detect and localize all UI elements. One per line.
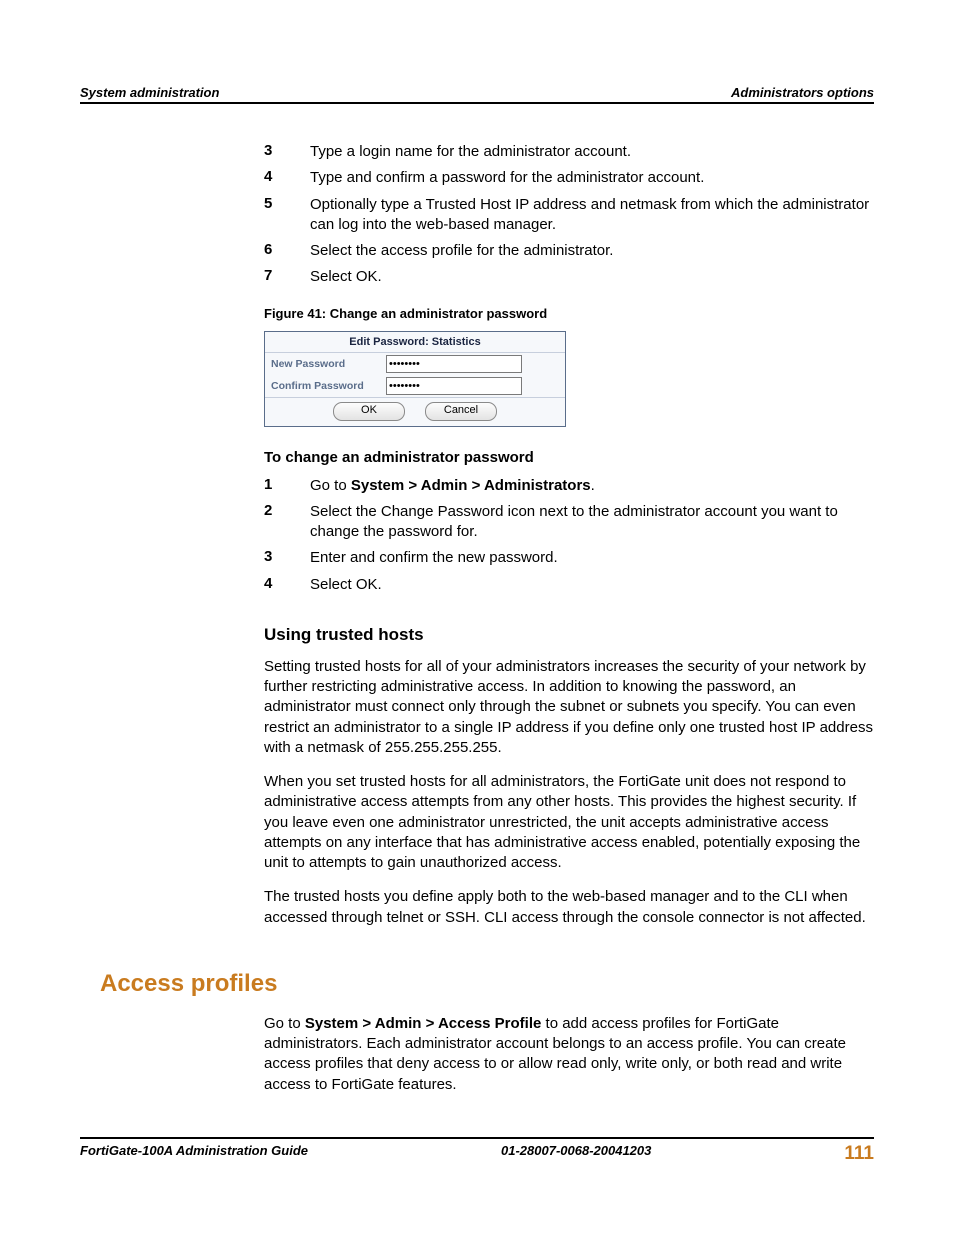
step-number: 3 (264, 548, 310, 568)
step-item: 3 Type a login name for the administrato… (264, 142, 874, 162)
figure-row-new-password: New Password (265, 353, 565, 375)
access-profiles-body: Go to System > Admin > Access Profile to… (80, 1014, 874, 1095)
figure-caption: Figure 41: Change an administrator passw… (264, 306, 874, 321)
step-text: Type and confirm a password for the admi… (310, 168, 874, 188)
page-number: 111 (844, 1143, 874, 1165)
step-text-post: . (591, 477, 595, 494)
step-number: 5 (264, 195, 310, 236)
step-text: Enter and confirm the new password. (310, 548, 874, 568)
step-number: 4 (264, 575, 310, 595)
paragraph: When you set trusted hosts for all admin… (264, 772, 874, 873)
step-text: Select the Change Password icon next to … (310, 502, 874, 543)
header-right: Administrators options (731, 85, 874, 100)
ok-button[interactable]: OK (333, 402, 405, 421)
page-header: System administration Administrators opt… (80, 85, 874, 104)
main-column: 3 Type a login name for the administrato… (80, 142, 874, 928)
step-text-pre: Go to (310, 477, 351, 494)
step-number: 4 (264, 168, 310, 188)
step-text: Optionally type a Trusted Host IP addres… (310, 195, 874, 236)
para-pre: Go to (264, 1015, 305, 1032)
step-item: 4 Type and confirm a password for the ad… (264, 168, 874, 188)
step-number: 6 (264, 241, 310, 261)
paragraph: Go to System > Admin > Access Profile to… (264, 1014, 874, 1095)
new-password-label: New Password (271, 358, 386, 370)
step-item: 6 Select the access profile for the admi… (264, 241, 874, 261)
access-profiles-heading: Access profiles (100, 970, 874, 998)
footer-left: FortiGate-100A Administration Guide (80, 1143, 308, 1165)
figure-edit-password: Edit Password: Statistics New Password C… (264, 331, 566, 427)
figure-button-row: OK Cancel (265, 397, 565, 426)
confirm-password-field[interactable] (386, 377, 522, 395)
figure-row-confirm-password: Confirm Password (265, 375, 565, 397)
step-text: Go to System > Admin > Administrators. (310, 476, 874, 496)
cancel-button[interactable]: Cancel (425, 402, 497, 421)
step-item: 3 Enter and confirm the new password. (264, 548, 874, 568)
step-number: 3 (264, 142, 310, 162)
header-left: System administration (80, 85, 219, 100)
step-text: Select the access profile for the admini… (310, 241, 874, 261)
step-number: 2 (264, 502, 310, 543)
step-text: Type a login name for the administrator … (310, 142, 874, 162)
step-item: 7 Select OK. (264, 267, 874, 287)
step-number: 1 (264, 476, 310, 496)
step-text: Select OK. (310, 575, 874, 595)
step-item: 1 Go to System > Admin > Administrators. (264, 476, 874, 496)
nav-path: System > Admin > Access Profile (305, 1015, 542, 1032)
nav-path: System > Admin > Administrators (351, 477, 591, 494)
step-number: 7 (264, 267, 310, 287)
paragraph: The trusted hosts you define apply both … (264, 887, 874, 928)
step-text: Select OK. (310, 267, 874, 287)
confirm-password-label: Confirm Password (271, 380, 386, 392)
using-trusted-hosts-heading: Using trusted hosts (264, 625, 874, 645)
paragraph: Setting trusted hosts for all of your ad… (264, 657, 874, 758)
step-item: 2 Select the Change Password icon next t… (264, 502, 874, 543)
step-item: 4 Select OK. (264, 575, 874, 595)
new-password-field[interactable] (386, 355, 522, 373)
page-footer: FortiGate-100A Administration Guide 01-2… (80, 1137, 874, 1165)
footer-center: 01-28007-0068-20041203 (501, 1143, 651, 1165)
figure-title: Edit Password: Statistics (265, 332, 565, 353)
step-item: 5 Optionally type a Trusted Host IP addr… (264, 195, 874, 236)
change-password-heading: To change an administrator password (264, 449, 874, 466)
